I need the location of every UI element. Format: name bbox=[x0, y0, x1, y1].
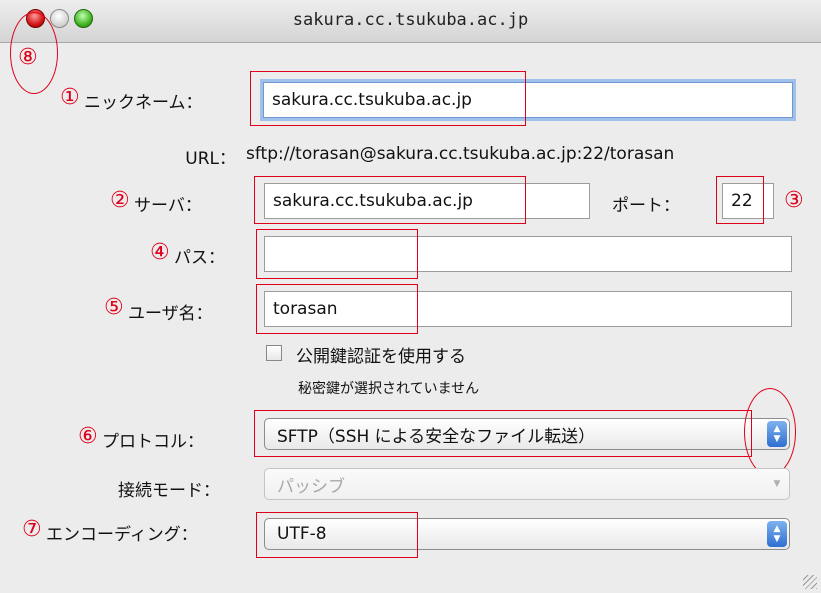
connect-mode-label: 接続モード： bbox=[118, 481, 220, 501]
connect-mode-chevron-icon: ▼ bbox=[773, 479, 781, 489]
nickname-label: ニックネーム： bbox=[84, 93, 203, 113]
annotation-1: ① bbox=[60, 85, 80, 110]
annotation-8: ⑧ bbox=[18, 45, 38, 70]
window-title: sakura.cc.tsukuba.ac.jp bbox=[292, 10, 529, 30]
annotation-6: ⑥ bbox=[78, 424, 98, 449]
connection-window: sakura.cc.tsukuba.ac.jp ⑧ ① ニックネーム： saku… bbox=[0, 0, 821, 593]
server-label: サーバ： bbox=[134, 196, 202, 216]
port-input[interactable]: 22 bbox=[722, 183, 774, 219]
path-label: パス： bbox=[174, 248, 225, 268]
path-input[interactable] bbox=[264, 236, 792, 272]
resize-grip-icon[interactable] bbox=[803, 575, 817, 589]
encoding-label: エンコーディング： bbox=[46, 525, 198, 545]
port-label: ポート： bbox=[612, 196, 680, 216]
pubkey-note: 秘密鍵が選択されていません bbox=[298, 381, 480, 397]
annotation-3: ③ bbox=[784, 188, 804, 213]
username-label: ユーザ名： bbox=[128, 304, 213, 324]
annotation-5: ⑤ bbox=[104, 295, 124, 320]
protocol-chevron-icon[interactable]: ▲ ▼ bbox=[767, 421, 787, 447]
annotation-2: ② bbox=[110, 188, 130, 213]
url-label: URL： bbox=[185, 149, 236, 169]
encoding-value: UTF-8 bbox=[277, 524, 327, 544]
annotation-7: ⑦ bbox=[22, 517, 42, 542]
protocol-select[interactable]: SFTP（SSH による安全なファイル転送） ▲ ▼ bbox=[264, 418, 790, 450]
nickname-input[interactable]: sakura.cc.tsukuba.ac.jp bbox=[263, 82, 793, 118]
encoding-chevron-icon[interactable]: ▲ ▼ bbox=[767, 521, 787, 547]
title-bar[interactable]: sakura.cc.tsukuba.ac.jp bbox=[0, 0, 821, 43]
protocol-label: プロトコル： bbox=[102, 432, 204, 452]
server-input[interactable]: sakura.cc.tsukuba.ac.jp bbox=[264, 183, 590, 219]
annotation-4: ④ bbox=[150, 240, 170, 265]
pubkey-label[interactable]: 公開鍵認証を使用する bbox=[296, 342, 466, 367]
connect-mode-select: パッシブ ▼ bbox=[264, 468, 790, 500]
connect-mode-value: パッシブ bbox=[277, 476, 345, 497]
username-input[interactable]: torasan bbox=[264, 291, 792, 327]
encoding-select[interactable]: UTF-8 ▲ ▼ bbox=[264, 518, 790, 550]
pubkey-checkbox[interactable] bbox=[266, 345, 282, 361]
url-value: sftp://torasan@sakura.cc.tsukuba.ac.jp:2… bbox=[246, 144, 675, 164]
protocol-value: SFTP（SSH による安全なファイル転送） bbox=[277, 426, 596, 447]
